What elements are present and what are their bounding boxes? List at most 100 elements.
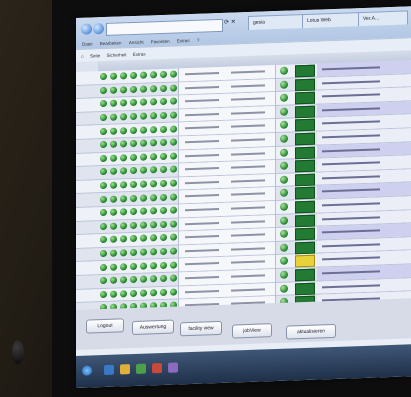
menu-item[interactable]: Extras bbox=[177, 38, 190, 43]
address-bar[interactable] bbox=[106, 18, 223, 36]
status-led-icon bbox=[130, 72, 137, 80]
forward-icon[interactable] bbox=[93, 23, 104, 35]
status-led-icon bbox=[130, 140, 137, 148]
taskbar-app-icon[interactable] bbox=[152, 362, 162, 374]
status-led-icon bbox=[140, 234, 147, 243]
menu-item[interactable]: ? bbox=[197, 38, 200, 43]
status-led-icon bbox=[110, 235, 117, 244]
status-led-icon bbox=[100, 249, 107, 258]
status-led-icon bbox=[110, 263, 117, 271]
menu-item[interactable]: Favoriten bbox=[151, 39, 170, 45]
progress-badge bbox=[295, 241, 315, 255]
status-led-icon bbox=[110, 86, 117, 94]
browser-tab[interactable]: Lotus Web bbox=[302, 12, 362, 29]
status-led-icon bbox=[160, 152, 167, 160]
status-led-icon bbox=[160, 193, 167, 201]
progress-badge bbox=[295, 146, 315, 159]
toolbar-item[interactable]: Extras bbox=[133, 52, 146, 57]
status-led-icon bbox=[130, 262, 137, 270]
status-led-icon bbox=[130, 248, 137, 257]
status-led-icon bbox=[150, 234, 157, 242]
status-led-icon bbox=[150, 125, 157, 133]
status-led-icon bbox=[140, 248, 147, 256]
toolbar-item[interactable]: Sicherheit bbox=[107, 52, 127, 58]
taskbar-app-icon[interactable] bbox=[136, 363, 146, 374]
status-dot-icon bbox=[280, 243, 288, 252]
status-led-icon bbox=[170, 165, 177, 174]
home-icon[interactable]: ⌂ bbox=[81, 54, 84, 59]
status-led-icon bbox=[150, 71, 157, 79]
evaluation-button[interactable]: Auswertung bbox=[132, 319, 174, 336]
status-led-icon bbox=[150, 139, 157, 147]
browser-tab[interactable]: gesia bbox=[248, 13, 306, 30]
status-led-icon bbox=[100, 168, 107, 176]
status-led-icon bbox=[150, 152, 157, 161]
status-led-icon bbox=[150, 220, 157, 229]
status-led-icon bbox=[160, 288, 167, 296]
status-led-icon bbox=[100, 222, 107, 230]
status-led-icon bbox=[130, 85, 137, 93]
progress-badge bbox=[295, 64, 315, 78]
status-dot-icon bbox=[280, 188, 288, 198]
windows-start-icon[interactable] bbox=[82, 365, 92, 376]
status-led-icon bbox=[150, 193, 157, 201]
refresh-icon[interactable]: ⟳ ✕ bbox=[224, 18, 236, 25]
status-led-icon bbox=[110, 290, 117, 298]
status-led-icon bbox=[150, 180, 157, 188]
back-icon[interactable] bbox=[81, 23, 92, 35]
status-led-icon bbox=[120, 249, 127, 257]
status-led-icon bbox=[130, 112, 137, 121]
status-led-icon bbox=[120, 276, 127, 284]
status-led-icon bbox=[100, 236, 107, 244]
cable-plug bbox=[12, 340, 24, 364]
status-led-icon bbox=[100, 154, 107, 162]
status-led-icon bbox=[150, 248, 157, 256]
status-dot-icon bbox=[280, 93, 288, 103]
progress-badge bbox=[295, 78, 315, 91]
progress-badge bbox=[295, 132, 315, 146]
taskbar-app-icon[interactable] bbox=[120, 364, 130, 375]
taskbar-app-icon[interactable] bbox=[104, 364, 114, 376]
status-dot-icon bbox=[280, 175, 288, 184]
status-led-icon bbox=[140, 126, 147, 134]
menu-item[interactable]: Ansicht bbox=[129, 40, 144, 46]
facility-view-button[interactable]: facility view bbox=[180, 320, 222, 337]
status-led-icon bbox=[130, 235, 137, 243]
status-dot-icon bbox=[280, 120, 288, 130]
job-view-button[interactable]: jobView bbox=[232, 323, 272, 339]
status-led-icon bbox=[170, 247, 177, 255]
menu-item[interactable]: Datei bbox=[82, 41, 93, 46]
status-led-icon bbox=[170, 220, 177, 228]
logout-button[interactable]: Logout bbox=[86, 318, 124, 334]
status-led-icon bbox=[100, 195, 107, 203]
progress-badge bbox=[295, 268, 315, 282]
status-led-icon bbox=[130, 275, 137, 284]
status-dot-icon bbox=[280, 216, 288, 225]
status-led-icon bbox=[140, 221, 147, 229]
browser-tab[interactable]: Ver.A... bbox=[358, 10, 408, 27]
taskbar-app-icon[interactable] bbox=[168, 362, 178, 373]
toolbar-item[interactable]: Seite bbox=[90, 53, 100, 58]
progress-badge bbox=[295, 214, 315, 227]
status-led-icon bbox=[120, 153, 127, 162]
status-led-icon bbox=[150, 98, 157, 106]
refresh-button[interactable]: aktualisieren bbox=[286, 323, 336, 340]
menu-item[interactable]: Bearbeiten bbox=[100, 40, 122, 46]
status-led-icon bbox=[160, 71, 167, 79]
status-led-icon bbox=[130, 180, 137, 189]
status-led-icon bbox=[100, 141, 107, 149]
status-led-icon bbox=[170, 97, 177, 106]
status-led-icon bbox=[170, 84, 177, 92]
status-led-icon bbox=[100, 100, 107, 108]
status-led-icon bbox=[110, 222, 117, 230]
status-led-icon bbox=[110, 276, 117, 284]
status-led-icon bbox=[150, 275, 157, 283]
status-dot-icon bbox=[280, 270, 288, 279]
status-led-icon bbox=[170, 260, 177, 269]
status-led-icon bbox=[160, 206, 167, 215]
status-led-icon bbox=[110, 167, 117, 176]
status-led-icon bbox=[160, 179, 167, 188]
status-led-icon bbox=[140, 289, 147, 297]
status-dot-icon bbox=[280, 148, 288, 157]
status-led-icon bbox=[140, 71, 147, 79]
